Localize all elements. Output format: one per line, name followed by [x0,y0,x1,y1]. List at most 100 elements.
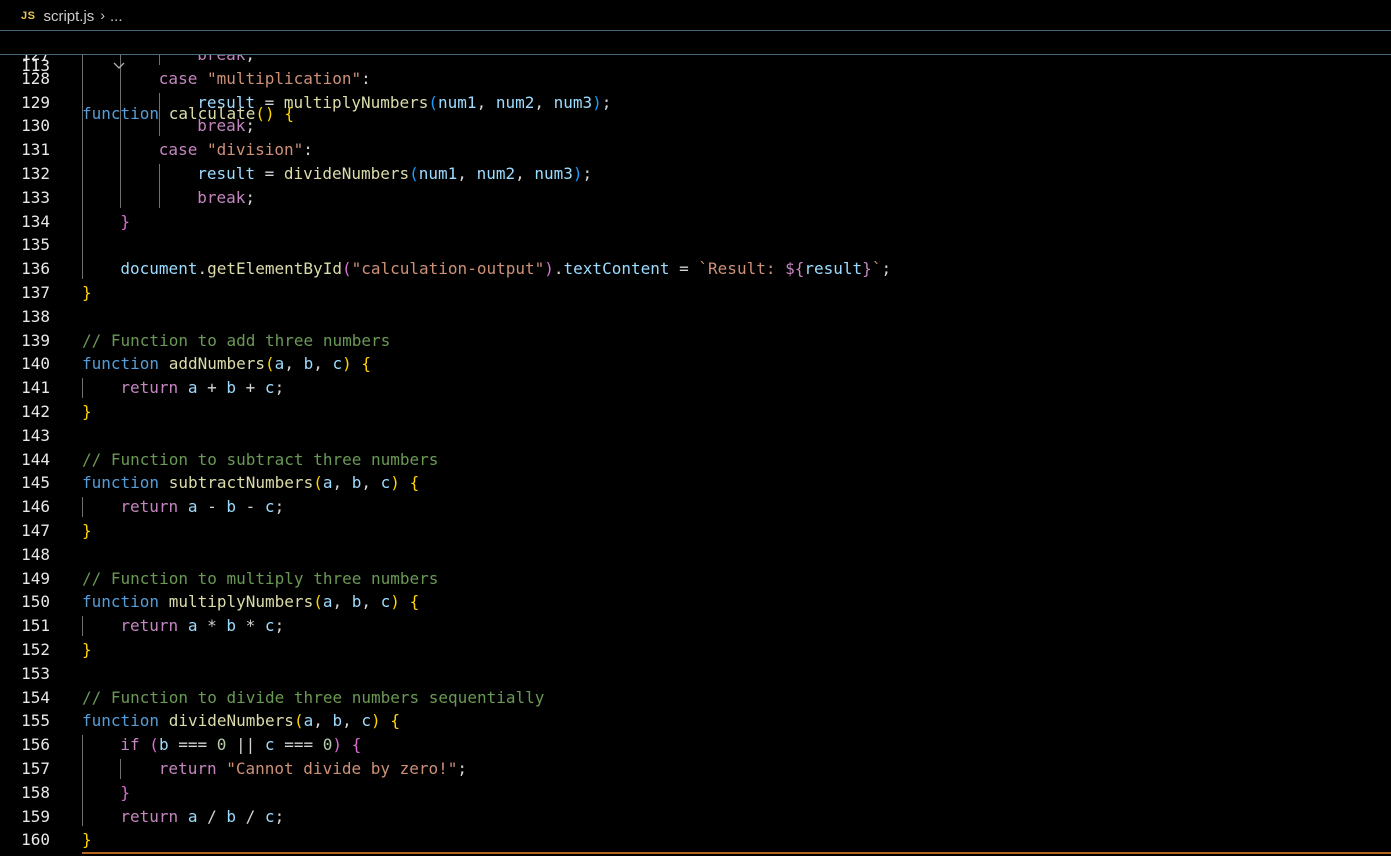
code-line[interactable]: 142} [0,400,1391,424]
code-line[interactable]: 138 [0,305,1391,329]
code-line[interactable]: 144 // Function to subtract three numbers [0,448,1391,472]
code-token: , [332,592,352,612]
code-token: ) [592,92,602,112]
line-code: // Function to multiply three numbers [82,567,438,591]
line-number: 159 [21,806,50,826]
code-line[interactable]: 137} [0,281,1391,305]
chevron-down-icon[interactable] [62,30,125,110]
code-token: () [255,104,275,123]
code-line[interactable]: 150 function multiplyNumbers(a, b, c) { [0,590,1391,614]
line-number: 134 [21,211,50,231]
code-token: , [534,92,554,112]
code-token: ; [274,806,285,826]
line-code: // Function to divide three numbers sequ… [82,686,544,710]
code-token: num3 [534,164,573,183]
code-line[interactable]: 131 case "division": [0,138,1391,162]
code-token: { [284,104,294,123]
code-token: case [158,140,198,160]
line-code: return a + b + c; [120,376,284,400]
code-line[interactable]: 128 case "multiplication": [0,67,1391,91]
code-token: = [254,164,284,183]
breadcrumb-file[interactable]: script.js [43,8,94,25]
code-token: document [120,259,198,279]
code-token: "division" [206,140,304,160]
code-token: ; [245,187,255,207]
code-token: c [264,806,275,826]
code-line[interactable]: 136 document.getElementById("calculation-… [0,257,1391,281]
code-line[interactable]: 155 function divideNumbers(a, b, c) { [0,709,1391,733]
code-line[interactable]: 134} [0,210,1391,234]
line-number: 147 [21,521,50,540]
code-token: b [332,711,343,731]
indent-guide [82,735,83,827]
line-code: function subtractNumbers(a, b, c) { [82,471,419,495]
code-line[interactable]: 160} [0,828,1391,852]
code-token: function [82,354,160,374]
code-token: + [197,378,227,398]
code-line[interactable]: 132 result = divideNumbers(num1, num2, nu… [0,162,1391,186]
code-token: } [82,402,92,421]
code-line[interactable]: 141 return a + b + c; [0,376,1391,400]
code-line[interactable]: 149 // Function to multiply three numbers [0,567,1391,591]
code-token: return [120,497,179,517]
indent-guide [120,759,122,779]
code-token: 0 [322,735,333,755]
code-line[interactable]: 146 return a - b - c; [0,495,1391,519]
code-token: } [82,830,92,850]
sticky-scroll-header[interactable]: 113 function calculate() { [0,30,1391,123]
chevron-right-icon: › [100,7,105,23]
code-line[interactable]: 143 [0,424,1391,448]
code-line[interactable]: 159 return a / b / c; [0,805,1391,829]
line-code: } [82,828,92,852]
line-number: 154 [21,687,50,707]
code-token: = [669,259,699,279]
code-line[interactable]: 154 // Function to divide three numbers s… [0,686,1391,710]
code-token: b [158,735,169,755]
code-token: result [197,164,255,183]
code-line[interactable]: 139 // Function to add three numbers [0,329,1391,353]
breadcrumb-more[interactable]: ... [110,8,123,25]
code-token: ; [274,378,285,398]
code-line[interactable]: 145 function subtractNumbers(a, b, c) { [0,471,1391,495]
code-token: , [313,354,333,374]
code-token: , [457,164,477,183]
code-line[interactable]: 157 return "Cannot divide by zero!"; [0,757,1391,781]
code-token: b [351,592,362,612]
code-line[interactable]: 147} [0,519,1391,543]
code-token: b [226,378,237,398]
code-line[interactable]: 140 function addNumbers(a, b, c) { [0,352,1391,376]
code-token: ( [313,592,323,612]
code-token: : [303,140,313,160]
code-token: num3 [553,92,593,112]
code-token: } [82,640,92,659]
code-editor[interactable]: 127break;128case "multiplication":129res… [0,0,1391,856]
javascript-file-icon: JS [21,10,36,22]
code-token: , [476,92,496,112]
code-line[interactable]: 152} [0,638,1391,662]
code-line[interactable]: 133 break; [0,186,1391,210]
code-token: ( [313,473,323,493]
indent-guide [82,616,83,636]
code-token: return [120,616,179,636]
code-line[interactable]: 158} [0,781,1391,805]
sticky-line[interactable]: 113 function calculate() { [0,30,1391,123]
line-number: 151 [21,616,50,636]
code-token: addNumbers [168,354,266,374]
code-line[interactable]: 156 if (b === 0 || c === 0) { [0,733,1391,757]
code-line[interactable]: 135 [0,233,1391,257]
code-line[interactable]: 151 return a * b * c; [0,614,1391,638]
code-token: / [236,806,265,826]
code-token: b [226,497,237,517]
code-token: , [332,473,352,493]
indent-guide [82,497,83,517]
code-line[interactable]: 148 [0,543,1391,567]
code-line[interactable]: 153 [0,662,1391,686]
line-code: return a - b - c; [120,495,284,519]
code-token: , [515,164,535,183]
code-token: multiplyNumbers [283,92,429,112]
code-token: c [380,592,391,612]
code-token: c [332,354,343,374]
